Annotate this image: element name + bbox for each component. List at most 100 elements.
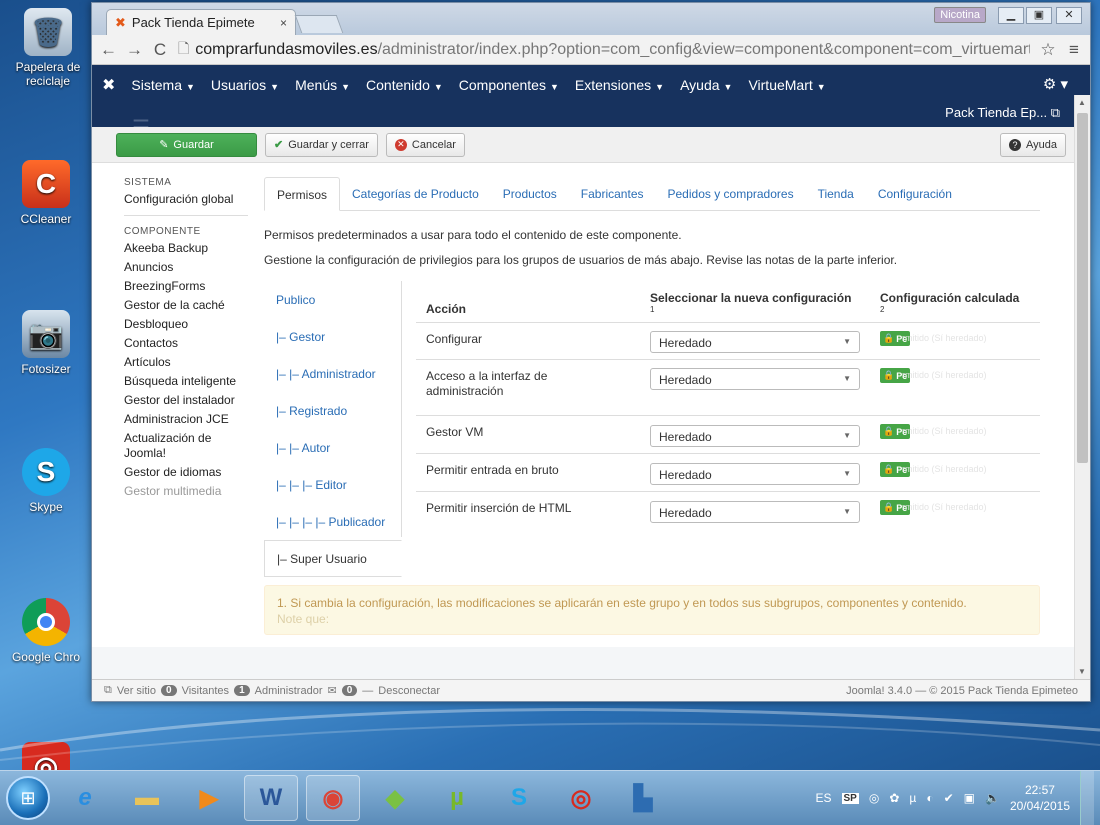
group-item[interactable]: |– |– |– |– Publicador [264, 503, 401, 540]
taskbar-chrome[interactable]: ◉ [306, 775, 360, 821]
sidebar-item-component[interactable]: Gestor de idiomas [124, 465, 248, 480]
sidebar-item-component[interactable]: Anuncios [124, 260, 248, 275]
desktop-icon-chrome[interactable]: Google Chro [2, 598, 90, 664]
tray-icon[interactable]: ✿ [889, 791, 899, 805]
tab-tienda[interactable]: Tienda [806, 177, 866, 210]
taskbar-utorrent[interactable]: µ [430, 775, 484, 821]
setting-select[interactable]: Heredado ▼ [650, 463, 860, 485]
tray-icon[interactable]: ◎ [869, 791, 879, 805]
tray-icon[interactable]: µ [909, 791, 916, 805]
start-button[interactable]: ⊞ [6, 776, 50, 820]
reload-icon[interactable]: C [152, 40, 168, 60]
desktop-icon-fotosizer[interactable]: 📷 Fotosizer [2, 310, 90, 376]
menu-ayuda[interactable]: Ayuda ▼ [680, 77, 732, 93]
back-arrow-icon[interactable]: ← [100, 40, 117, 60]
sidebar-item-component[interactable]: Gestor del instalador [124, 393, 248, 408]
scroll-up-icon[interactable]: ▲ [1078, 98, 1086, 107]
taskbar-word[interactable]: W [244, 775, 298, 821]
tab-productos[interactable]: Productos [491, 177, 569, 210]
sidebar-item-component[interactable]: Akeeba Backup [124, 241, 248, 256]
save-close-button[interactable]: ✔ Guardar y cerrar [265, 132, 378, 157]
language-indicator[interactable]: ES [816, 791, 832, 805]
sidebar-item-component[interactable]: Actualización de Joomla! [124, 431, 248, 461]
sidebar-item-global-config[interactable]: Configuración global [124, 192, 248, 207]
taskbar-skype[interactable]: S [492, 775, 546, 821]
group-item[interactable]: |– Gestor [264, 318, 401, 355]
sidebar-item-component[interactable]: BreezingForms [124, 279, 248, 294]
group-item[interactable]: |– |– |– Editor [264, 466, 401, 503]
setting-select[interactable]: Heredado ▼ [650, 331, 860, 353]
desktop-icon-skype[interactable]: S Skype [2, 448, 90, 514]
caret-down-icon: ▼ [723, 82, 733, 92]
profile-chip[interactable]: Nicotina [934, 7, 986, 23]
gear-icon[interactable]: ⚙ ▾ [1043, 75, 1068, 93]
taskbar-explorer[interactable]: ▬ [120, 775, 174, 821]
taskbar-adobe-cc[interactable]: ◎ [554, 775, 608, 821]
save-button[interactable]: ✎ Guardar [116, 132, 257, 157]
setting-select[interactable]: Heredado ▼ [650, 425, 860, 447]
taskbar-media[interactable]: ▶ [182, 775, 236, 821]
setting-select[interactable]: Heredado ▼ [650, 368, 860, 390]
setting-select[interactable]: Heredado ▼ [650, 501, 860, 523]
bookmark-star-icon[interactable]: ☆ [1040, 40, 1056, 60]
menu-componentes[interactable]: Componentes ▼ [459, 77, 559, 93]
tab-pedidos[interactable]: Pedidos y compradores [656, 177, 806, 210]
menu-sistema[interactable]: Sistema ▼ [131, 77, 195, 93]
taskbar-ie[interactable]: e [58, 775, 112, 821]
sidebar-item-component[interactable]: Gestor de la caché [124, 298, 248, 313]
joomla-logo-icon[interactable]: ✖ [102, 75, 115, 95]
sidebar-item-component[interactable]: Administracion JCE [124, 412, 248, 427]
menu-virtuemart[interactable]: VirtueMart ▼ [748, 77, 825, 93]
group-item[interactable]: |– |– Administrador [264, 355, 401, 392]
volume-icon[interactable]: 🔈 [985, 791, 1000, 805]
tab-fabricantes[interactable]: Fabricantes [569, 177, 656, 210]
desktop-icon-recycle-bin[interactable]: 🗑 Papelera de reciclaje [4, 8, 92, 88]
show-desktop-button[interactable] [1080, 771, 1094, 825]
group-item[interactable]: |– Registrado [264, 392, 401, 429]
menu-usuarios[interactable]: Usuarios ▼ [211, 77, 279, 93]
external-link-icon: ⧉ [104, 684, 112, 696]
taskbar-filezilla[interactable]: ▙ [616, 775, 670, 821]
maximize-button[interactable]: ▣ [1026, 7, 1052, 24]
minimize-button[interactable]: ▁ [998, 7, 1024, 24]
envelope-icon[interactable]: ✉ [327, 684, 336, 697]
save-close-label: Guardar y cerrar [288, 138, 369, 151]
logout-link[interactable]: Desconectar [378, 685, 440, 697]
chevron-down-icon: ▼ [843, 469, 851, 478]
taskbar-gallery[interactable]: ◆ [368, 775, 422, 821]
sidebar-item-component[interactable]: Artículos [124, 355, 248, 370]
menu-extensiones[interactable]: Extensiones ▼ [575, 77, 664, 93]
new-tab-button[interactable] [294, 15, 344, 33]
tab-permisos[interactable]: Permisos [264, 177, 341, 211]
sidebar-item-component[interactable]: Búsqueda inteligente [124, 374, 248, 389]
group-item-active[interactable]: |– Super Usuario [264, 540, 402, 577]
network-icon[interactable]: ▣ [964, 791, 975, 805]
tray-icon[interactable]: ✔ [944, 791, 954, 805]
site-link[interactable]: Pack Tienda Ep... ⧉ [945, 105, 1060, 121]
sidebar-item-component[interactable]: Contactos [124, 336, 248, 351]
tray-icon[interactable]: ◐ [926, 791, 933, 805]
desktop-icon-ccleaner[interactable]: C CCleaner [2, 160, 90, 226]
help-button[interactable]: ? Ayuda [1000, 132, 1066, 157]
window-close-button[interactable]: ✕ [1056, 7, 1082, 24]
close-icon[interactable]: × [280, 16, 287, 30]
group-item[interactable]: Publico [264, 281, 401, 318]
clock[interactable]: 22:57 20/04/2015 [1010, 782, 1070, 814]
menu-contenido[interactable]: Contenido ▼ [366, 77, 443, 93]
sidebar-item-component[interactable]: Gestor multimedia [124, 484, 248, 499]
cancel-button[interactable]: ✕ Cancelar [385, 132, 465, 157]
chrome-menu-icon[interactable]: ≡ [1066, 40, 1082, 60]
menu-menus[interactable]: Menús ▼ [295, 77, 350, 93]
scroll-down-icon[interactable]: ▼ [1078, 667, 1086, 676]
url-input[interactable]: 🗋 comprarfundasmoviles.es /administrator… [178, 38, 1030, 62]
view-site-link[interactable]: Ver sitio [117, 685, 156, 697]
tab-categorias[interactable]: Categorías de Producto [340, 177, 491, 210]
browser-tab[interactable]: ✖ Pack Tienda Epimete × [106, 9, 296, 35]
keyboard-layout-indicator[interactable]: SP [841, 792, 859, 804]
scrollbar-thumb[interactable] [1077, 113, 1088, 463]
forward-arrow-icon[interactable]: → [126, 40, 143, 60]
sidebar-item-component[interactable]: Desbloqueo [124, 317, 248, 332]
tab-configuracion[interactable]: Configuración [866, 177, 964, 210]
group-item[interactable]: |– |– Autor [264, 429, 401, 466]
page-scrollbar[interactable]: ▲ ▼ [1074, 95, 1090, 679]
